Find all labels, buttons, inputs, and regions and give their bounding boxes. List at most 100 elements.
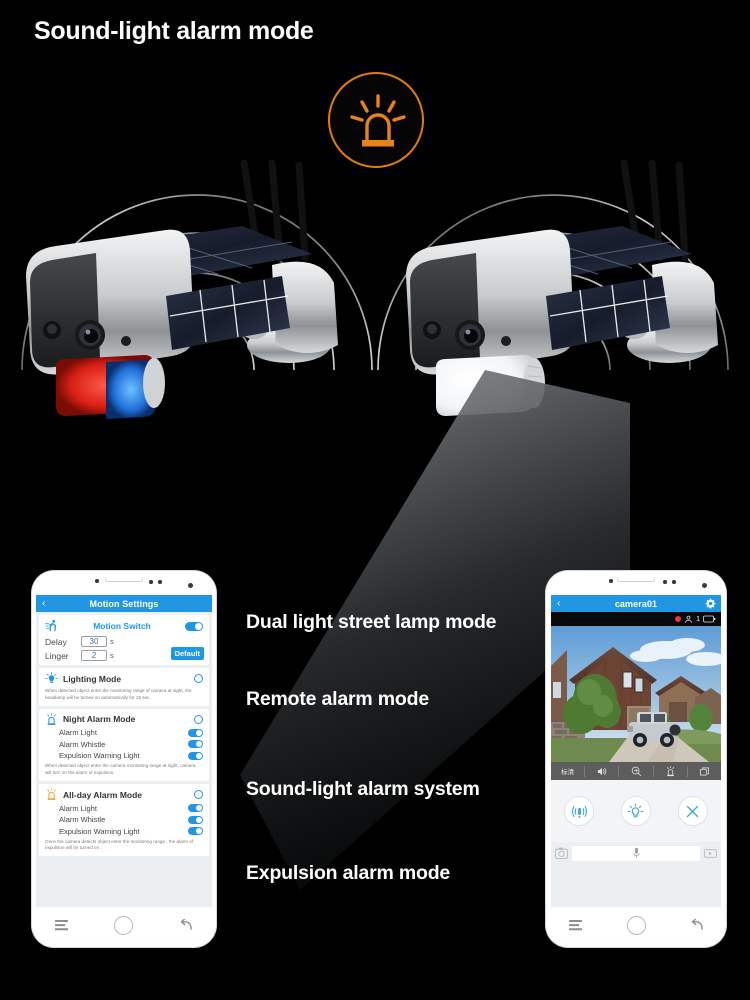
siren-orange-icon (47, 788, 56, 800)
linger-label: Linger (45, 650, 69, 661)
phone-live-view: ‹ camera01 1 标清 (546, 571, 726, 947)
appbar-title-camera-name: camera01 (614, 598, 658, 609)
mode-card-lighting[interactable]: Lighting Mode When detected object enter… (39, 668, 209, 706)
mode-title-allday-alarm: All-day Alarm Mode (63, 789, 143, 800)
mode-desc-allday-alarm: Once the camera detects object enter the… (45, 838, 194, 851)
mode-desc-lighting: When detected object enter the monitorin… (45, 688, 192, 700)
siren-blue-icon (47, 712, 56, 725)
camera-face (30, 253, 100, 368)
option-label: Expulsion Warning Light (59, 826, 140, 836)
snapshot-icon[interactable] (688, 766, 721, 777)
delay-input[interactable]: 30 (81, 636, 107, 647)
mode-radio-night-alarm[interactable] (194, 714, 203, 724)
sensor-dot (663, 580, 667, 584)
siren-button[interactable] (564, 796, 595, 826)
viewer-icon (685, 615, 692, 623)
gear-icon[interactable] (705, 598, 716, 609)
sensor-dot (158, 580, 162, 584)
mode-radio-lighting[interactable] (194, 674, 203, 683)
mode-title-night-alarm: Night Alarm Mode (63, 714, 136, 725)
motion-switch-toggle[interactable] (185, 621, 203, 631)
earpiece-speaker (105, 577, 143, 582)
motion-switch-label: Motion Switch (93, 621, 151, 631)
option-label: Alarm Light (59, 728, 97, 738)
phone-earpiece-area (546, 571, 726, 595)
option-label: Expulsion Warning Light (59, 751, 140, 761)
video-statusbar: 1 (551, 612, 721, 626)
option-toggle[interactable] (188, 740, 203, 749)
option-toggle[interactable] (188, 815, 203, 824)
video-toolbar: 标清 (551, 762, 721, 780)
camera-icon[interactable] (555, 847, 568, 859)
control-buttons-row (551, 780, 721, 842)
delay-row: Delay 30 s (45, 636, 203, 647)
option-toggle[interactable] (188, 728, 203, 737)
front-camera-dot (95, 579, 99, 583)
appbar-motion-settings: ‹ Motion Settings (36, 595, 212, 612)
option-row[interactable]: Expulsion Warning Light (45, 751, 203, 760)
back-icon[interactable] (691, 919, 704, 931)
viewer-count: 1 (696, 615, 700, 623)
speaker-icon[interactable] (585, 766, 618, 777)
zoom-icon[interactable] (619, 766, 652, 777)
app-screen-motion-settings: ‹ Motion Settings Motion Switch Delay 30… (36, 595, 212, 907)
appbar-title: Motion Settings (89, 598, 159, 609)
back-icon[interactable]: ‹ (557, 598, 560, 609)
bulb-icon (45, 672, 58, 684)
feature-label-remote-alarm: Remote alarm mode (246, 688, 429, 710)
option-toggle[interactable] (188, 827, 203, 836)
product-infographic: Sound-light alarm mode Dual light street… (0, 0, 750, 1000)
mode-card-allday-alarm[interactable]: All-day Alarm Mode Alarm Light Alarm Whi… (39, 784, 209, 857)
linger-input[interactable]: 2 (81, 650, 107, 661)
app-screen-live-view: ‹ camera01 1 标清 (551, 595, 721, 907)
option-row[interactable]: Alarm Light (45, 804, 203, 813)
mode-radio-allday-alarm[interactable] (194, 790, 203, 800)
option-row[interactable]: Alarm Light (45, 728, 203, 737)
front-camera (702, 583, 707, 588)
android-navbar (546, 907, 726, 943)
option-label: Alarm Whistle (59, 739, 106, 749)
mode-title-lighting: Lighting Mode (63, 673, 122, 684)
appbar-live-view: ‹ camera01 (551, 595, 721, 612)
motion-switch-card: Motion Switch Delay 30 s Linger 2 s Defa… (39, 615, 209, 665)
sensor-dot (149, 580, 153, 584)
front-camera-dot (609, 579, 613, 583)
option-toggle[interactable] (188, 751, 203, 760)
close-button[interactable] (677, 796, 708, 826)
battery-icon (703, 615, 716, 623)
front-camera (188, 583, 193, 588)
light-button[interactable] (620, 796, 651, 826)
linger-unit: s (110, 651, 114, 660)
running-person-icon (45, 619, 57, 632)
mode-card-night-alarm[interactable]: Night Alarm Mode Alarm Light Alarm Whist… (39, 708, 209, 782)
feature-label-expulsion: Expulsion alarm mode (246, 862, 451, 884)
menu-icon[interactable] (55, 919, 69, 931)
push-to-talk-button[interactable] (572, 845, 700, 861)
option-row[interactable]: Alarm Whistle (45, 815, 203, 824)
feature-label-dual-light: Dual light street lamp mode (246, 611, 497, 633)
siren-icon (571, 805, 587, 818)
option-row[interactable]: Alarm Whistle (45, 740, 203, 749)
close-icon (687, 805, 699, 817)
video-record-icon[interactable] (704, 848, 717, 859)
home-icon[interactable] (626, 915, 646, 935)
option-row[interactable]: Expulsion Warning Light (45, 827, 203, 836)
live-video-feed[interactable] (551, 626, 721, 762)
mode-desc-night-alarm: When detected object enter the camera mo… (45, 763, 196, 776)
light-bulb-icon (628, 803, 644, 817)
home-icon[interactable] (114, 915, 134, 935)
alarm-icon[interactable] (654, 765, 687, 777)
feature-label-sound-light: Sound-light alarm system (246, 778, 480, 800)
back-icon[interactable] (180, 919, 193, 931)
delay-unit: s (110, 637, 114, 646)
sensor-dot (672, 580, 676, 584)
option-label: Alarm Light (59, 803, 97, 813)
talk-bar (551, 842, 721, 864)
default-button[interactable]: Default (170, 647, 204, 660)
delay-label: Delay (45, 636, 67, 647)
option-toggle[interactable] (188, 804, 203, 813)
back-icon[interactable]: ‹ (42, 598, 45, 609)
quality-button[interactable]: 标清 (551, 766, 584, 776)
microphone-icon (632, 847, 640, 858)
menu-icon[interactable] (568, 919, 582, 931)
